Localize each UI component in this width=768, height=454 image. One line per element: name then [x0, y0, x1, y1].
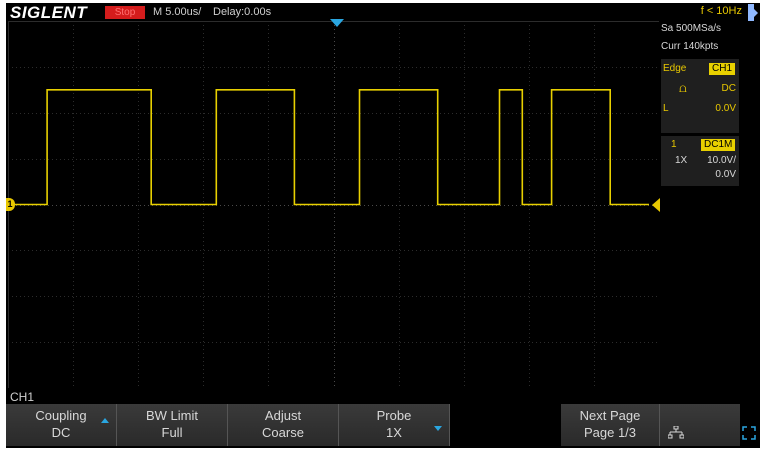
network-icon: [668, 426, 684, 439]
delay-readout[interactable]: Delay:0.00s: [213, 6, 271, 18]
channel-panel[interactable]: 1 DC1M 1X 10.0V/ 0.0V: [661, 136, 739, 186]
arrow-up-icon: [101, 418, 109, 423]
ch1-trace: [8, 89, 649, 206]
menu-title: CH1: [10, 390, 35, 404]
oscilloscope-screen: SIGLENT Stop M 5.00us/ Delay:0.00s f < 1…: [6, 3, 760, 448]
run-state-badge[interactable]: Stop: [105, 6, 145, 19]
trigger-source-badge: CH1: [709, 63, 736, 75]
channel-number: 1: [671, 139, 677, 150]
sample-rate: Sa 500MSa/s: [661, 23, 722, 34]
network-button[interactable]: [660, 404, 740, 446]
adjust-button[interactable]: Adjust Coarse: [228, 404, 339, 446]
timebase-readout[interactable]: M 5.00us/: [153, 6, 201, 18]
trigger-level-label: L: [663, 103, 669, 114]
arrow-down-icon: [434, 426, 442, 431]
status-bar: SIGLENT Stop M 5.00us/ Delay:0.00s f < 1…: [6, 3, 760, 22]
vertical-offset: 0.0V: [715, 169, 736, 180]
trigger-panel[interactable]: Edge CH1 ⩍ DC L 0.0V: [661, 59, 739, 133]
rising-edge-icon: ⩍: [679, 81, 687, 95]
waveform-grid: [8, 21, 659, 388]
vertical-scale: 10.0V/: [707, 155, 736, 166]
probe-ratio: 1X: [675, 155, 688, 166]
fullscreen-icon: [742, 426, 756, 440]
memory-depth: Curr 140kpts: [661, 41, 719, 52]
brand-logo: SIGLENT: [10, 3, 88, 22]
trigger-position-marker[interactable]: [330, 19, 344, 27]
channel-input-badge: DC1M: [701, 139, 736, 151]
trigger-level-marker[interactable]: [652, 198, 660, 212]
panel-expand-icon[interactable]: [748, 4, 758, 21]
probe-button[interactable]: Probe 1X: [339, 404, 450, 446]
next-page-button[interactable]: Next Page Page 1/3: [561, 404, 660, 446]
empty-softkey[interactable]: [450, 404, 561, 446]
coupling-button[interactable]: Coupling DC: [6, 404, 117, 446]
trigger-level-value: 0.0V: [715, 103, 736, 114]
frequency-readout: f < 10Hz: [700, 5, 742, 17]
trigger-type: Edge: [663, 63, 687, 74]
trigger-coupling: DC: [721, 83, 736, 94]
bw-limit-button[interactable]: BW Limit Full: [117, 404, 228, 446]
fullscreen-area[interactable]: [740, 404, 760, 446]
